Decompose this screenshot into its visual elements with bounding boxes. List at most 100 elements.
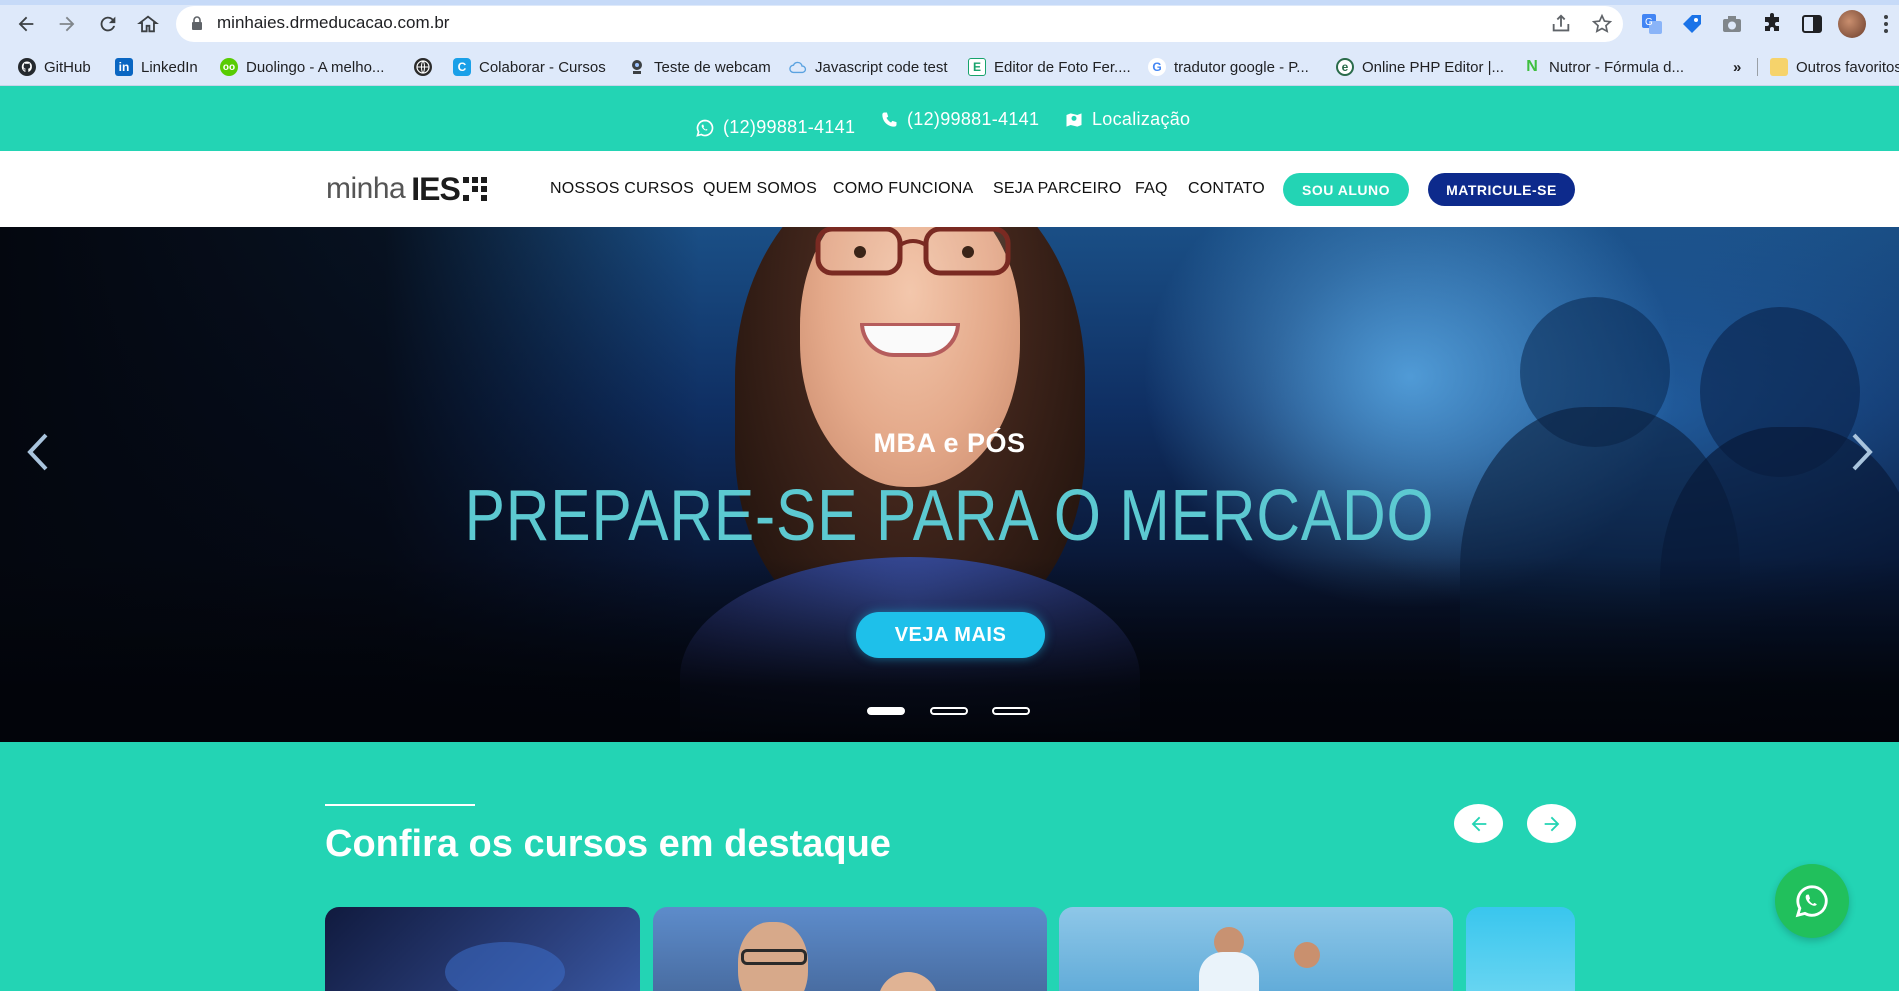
slider-dot-3[interactable] [992,707,1030,715]
hero-subtitle: MBA e PÓS [873,428,1026,458]
cloud-icon [789,58,807,76]
bookmark-label: GitHub [44,58,91,76]
bookmark-globe[interactable] [414,54,432,80]
other-bookmarks[interactable]: Outros favoritos [1770,54,1899,80]
bookmark-linkedin[interactable]: in LinkedIn [115,54,198,80]
location-label: Localização [1092,109,1191,129]
linkedin-icon: in [115,58,133,76]
bookmark-label: Javascript code test [815,58,948,76]
bookmark-google-translate[interactable]: G tradutor google - P... [1148,54,1309,80]
nav-quem-somos[interactable]: QUEM SOMOS [703,180,817,198]
whatsapp-contact[interactable]: (12)99881-4141 [695,117,855,138]
camera-extension-icon[interactable] [1720,12,1744,36]
course-card[interactable] [1059,907,1453,991]
extensions-puzzle-icon[interactable] [1760,12,1784,36]
nav-como-funciona[interactable]: COMO FUNCIONA [833,180,973,198]
lock-icon[interactable] [191,16,203,30]
course-card-image [1199,952,1259,991]
course-card-image [1294,942,1320,968]
arrow-right-icon [59,16,75,32]
profile-avatar[interactable] [1838,10,1866,38]
course-card[interactable] [653,907,1047,991]
photo-editor-icon: E [968,58,986,76]
back-button[interactable] [12,10,40,38]
bookmark-label: Nutror - Fórmula d... [1549,58,1685,76]
logo-ies-text: IES [411,170,461,207]
site-header: minha IES NOSSOS CURSOS QUEM SOMOS COMO … [0,151,1899,227]
duolingo-icon: oo [220,58,238,76]
folder-icon [1770,58,1788,76]
site-logo[interactable]: minha IES [326,171,487,207]
bookmark-photo-editor[interactable]: E Editor de Foto Fer.... [968,54,1131,80]
bookmark-label: Online PHP Editor |... [1362,58,1505,76]
course-card[interactable] [1466,907,1575,991]
bookmark-label: Colaborar - Cursos [479,58,606,76]
translate-extension-icon[interactable]: G [1640,12,1664,36]
logo-dots-mark [462,177,487,201]
logo-minha-text: minha [326,172,406,205]
slider-dot-2[interactable] [930,707,968,715]
whatsapp-icon [696,119,714,137]
share-icon[interactable] [1550,13,1572,35]
bookmark-label: tradutor google - P... [1174,58,1309,76]
bookmark-github[interactable]: GitHub [18,54,91,80]
side-panel-icon[interactable] [1800,12,1824,36]
phone-contact[interactable]: (12)99881-4141 [879,109,1039,130]
courses-next-button[interactable] [1527,804,1576,843]
nav-nossos-cursos[interactable]: NOSSOS CURSOS [550,180,694,198]
arrow-right-icon [1544,816,1559,831]
bookmark-label: Editor de Foto Fer.... [994,58,1131,76]
bookmark-webcam[interactable]: Teste de webcam [628,54,771,80]
php-editor-icon: e [1336,58,1354,76]
veja-mais-button[interactable]: VEJA MAIS [856,612,1045,658]
bookmark-label: Outros favoritos [1796,58,1899,76]
more-bookmarks-button[interactable]: » [1733,54,1741,80]
reload-icon [100,16,116,32]
courses-prev-button[interactable] [1454,804,1503,843]
whatsapp-float-button[interactable] [1775,864,1849,938]
nav-faq[interactable]: FAQ [1135,180,1168,198]
bookmark-label: Duolingo - A melho... [246,58,385,76]
map-icon [1066,112,1082,127]
whatsapp-number: (12)99881-4141 [723,117,856,137]
course-card-image [445,942,565,991]
nav-contato[interactable]: CONTATO [1188,180,1265,198]
bookmarks-bar: GitHub in LinkedIn oo Duolingo - A melho… [0,48,1899,86]
tag-extension-icon[interactable] [1680,12,1704,36]
forward-button[interactable] [53,10,81,38]
matricule-se-button[interactable]: MATRICULE-SE [1428,173,1575,206]
nav-seja-parceiro[interactable]: SEJA PARCEIRO [993,180,1122,198]
kebab-menu-icon[interactable] [1878,12,1894,36]
whatsapp-icon [1795,885,1828,918]
bookmark-nutror[interactable]: N Nutror - Fórmula d... [1523,54,1684,80]
course-card[interactable] [325,907,640,991]
bookmark-js-code-test[interactable]: Javascript code test [789,54,948,80]
colaborar-icon: C [453,58,471,76]
hero-slider: MBA e PÓS PREPARE-SE PARA O MERCADO VEJA… [0,227,1899,742]
github-icon [18,58,36,76]
slider-next-icon[interactable] [1842,427,1882,477]
location-link[interactable]: Localização [1064,109,1190,130]
globe-icon [414,58,432,76]
glasses-icon [741,949,807,965]
webcam-icon [628,58,646,76]
bookmark-label: Teste de webcam [654,58,771,76]
bookmark-php-editor[interactable]: e Online PHP Editor |... [1336,54,1504,80]
bookmark-label: LinkedIn [141,58,198,76]
arrow-left-icon [18,16,34,32]
hero-title: PREPARE-SE PARA O MERCADO [464,476,1435,556]
bookmark-duolingo[interactable]: oo Duolingo - A melho... [220,54,384,80]
slider-dot-1[interactable] [867,707,905,715]
star-icon[interactable] [1591,13,1613,35]
reload-button[interactable] [94,10,122,38]
phone-number: (12)99881-4141 [907,109,1040,129]
section-title: Confira os cursos em destaque [325,823,891,865]
nutror-icon: N [1523,58,1541,76]
bookmark-colaborar[interactable]: C Colaborar - Cursos [453,54,606,80]
home-button[interactable] [134,10,162,38]
slider-prev-icon[interactable] [18,427,58,477]
sou-aluno-button[interactable]: SOU ALUNO [1283,173,1409,206]
url-text[interactable]: minhaies.drmeducacao.com.br [217,13,449,33]
hero-photo-glasses [815,227,1011,276]
arrow-left-icon [1471,816,1486,831]
